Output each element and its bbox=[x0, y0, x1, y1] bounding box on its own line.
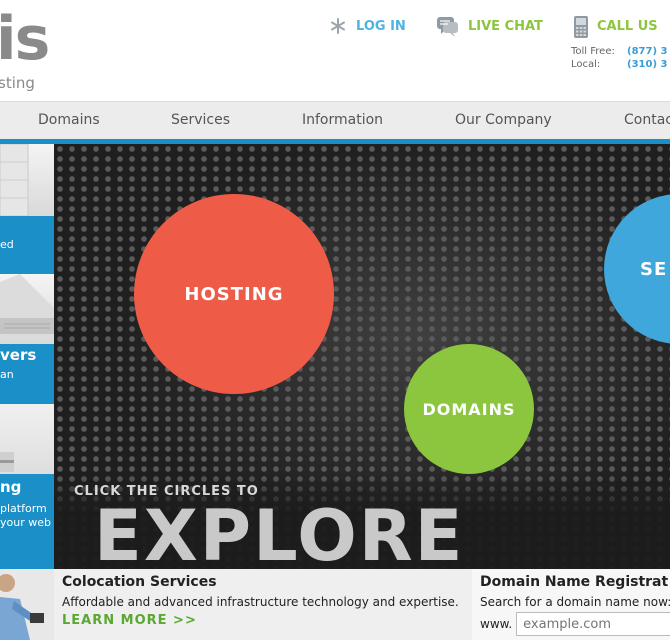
colocation-learn-more-link[interactable]: LEARN MORE >> bbox=[62, 613, 467, 628]
sidebar-item-1[interactable]: ed bbox=[0, 144, 54, 274]
person-photo bbox=[0, 569, 54, 640]
logo-tagline: sting bbox=[0, 74, 35, 92]
toll-free-number[interactable]: (877) 3 bbox=[627, 46, 667, 57]
server-unit-image bbox=[0, 274, 54, 344]
site-logo[interactable]: is sting bbox=[0, 4, 50, 92]
live-chat-label: LIVE CHAT bbox=[468, 18, 543, 34]
local-number[interactable]: (310) 3 bbox=[627, 59, 667, 70]
domain-description: Search for a domain name now: bbox=[480, 595, 670, 609]
nav-item-our-company[interactable]: Our Company bbox=[455, 112, 552, 128]
nav-item-contact[interactable]: Contac bbox=[624, 112, 670, 128]
sidebar-item-1-sub: ed bbox=[0, 238, 14, 251]
sidebar-item-1-text: ed bbox=[0, 216, 54, 274]
hero-explore-text: EXPLORE bbox=[94, 495, 465, 569]
call-us-label: CALL US bbox=[597, 18, 658, 34]
sidebar-item-3-sub2: your web bbox=[0, 516, 51, 529]
hero-banner: HOSTING DOMAINS SE CLICK THE CIRCLES TO … bbox=[54, 144, 670, 569]
hosting-circle-button[interactable]: HOSTING bbox=[134, 194, 334, 394]
domain-prefix: www. bbox=[480, 617, 513, 631]
logo-text: is bbox=[0, 4, 50, 74]
sidebar: ed vers an ng platform your web bbox=[0, 144, 54, 569]
sidebar-item-2[interactable]: vers an bbox=[0, 274, 54, 404]
asterisk-icon bbox=[328, 15, 348, 37]
toll-free-row: Toll Free: (877) 3 bbox=[571, 46, 667, 57]
domain-search-row: www. bbox=[480, 612, 670, 636]
call-us-link[interactable]: CALL US bbox=[573, 15, 658, 38]
nav-item-information[interactable]: Information bbox=[302, 112, 383, 128]
colocation-panel: Colocation Services Affordable and advan… bbox=[62, 574, 467, 628]
login-link[interactable]: LOG IN bbox=[328, 15, 406, 37]
nav-item-domains[interactable]: Domains bbox=[38, 112, 100, 128]
domain-title: Domain Name Registrat bbox=[480, 574, 669, 590]
login-label: LOG IN bbox=[356, 18, 406, 34]
main-nav: Domains Services Information Our Company… bbox=[0, 101, 670, 139]
domain-search-input[interactable] bbox=[516, 612, 670, 636]
platform-image bbox=[0, 404, 54, 474]
sidebar-item-3[interactable]: ng platform your web bbox=[0, 404, 54, 569]
colocation-title: Colocation Services bbox=[62, 574, 217, 590]
local-label: Local: bbox=[571, 59, 601, 70]
services-circle-button[interactable]: SE bbox=[604, 194, 670, 344]
sidebar-item-3-title: ng bbox=[0, 478, 22, 496]
server-rack-image bbox=[0, 144, 54, 217]
nav-item-services[interactable]: Services bbox=[171, 112, 230, 128]
domain-search-panel: Domain Name Registrat Search for a domai… bbox=[472, 569, 670, 640]
domains-circle-button[interactable]: DOMAINS bbox=[404, 344, 534, 474]
sidebar-item-3-sub: platform bbox=[0, 502, 47, 515]
sidebar-item-2-sub: an bbox=[0, 368, 14, 381]
sidebar-item-2-title: vers bbox=[0, 346, 37, 364]
live-chat-link[interactable]: LIVE CHAT bbox=[436, 15, 543, 37]
bottom-section: Colocation Services Affordable and advan… bbox=[0, 569, 670, 640]
local-row: Local: (310) 3 bbox=[571, 59, 667, 70]
toll-free-label: Toll Free: bbox=[571, 46, 615, 57]
colocation-description: Affordable and advanced infrastructure t… bbox=[62, 595, 459, 609]
sidebar-item-2-text: vers an bbox=[0, 344, 54, 404]
chat-bubble-icon bbox=[436, 15, 460, 37]
site-header: is sting LOG IN LIVE CHAT CALL US Toll F… bbox=[0, 0, 670, 101]
phone-icon bbox=[573, 15, 589, 38]
sidebar-item-3-text: ng platform your web bbox=[0, 474, 54, 569]
